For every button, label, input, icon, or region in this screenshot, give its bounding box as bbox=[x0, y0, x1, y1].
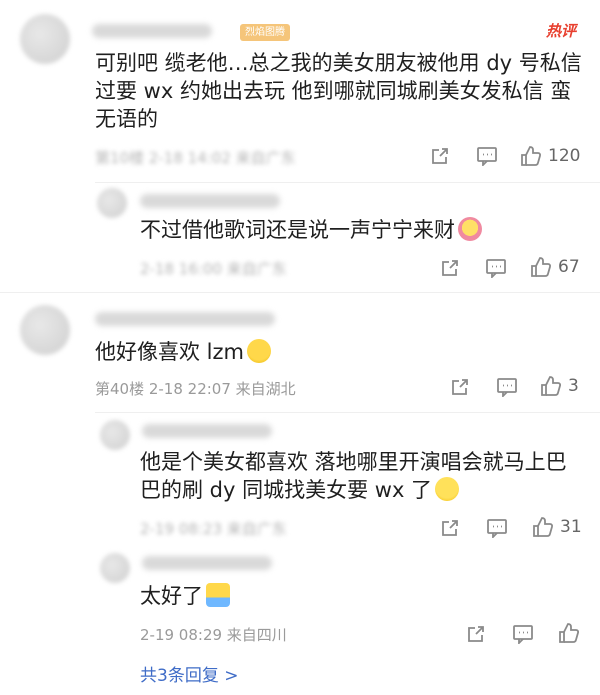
share-button[interactable] bbox=[440, 258, 460, 278]
comment-text: 不过借他歌词还是说一声宁宁来财 bbox=[140, 216, 482, 244]
divider bbox=[95, 412, 600, 413]
share-icon bbox=[466, 624, 486, 644]
comment-text-content: 他好像喜欢 lzm bbox=[95, 340, 244, 364]
username[interactable] bbox=[92, 24, 212, 38]
avatar[interactable] bbox=[97, 188, 127, 218]
reply-button[interactable] bbox=[496, 377, 518, 397]
like-icon bbox=[540, 375, 562, 397]
comment-text: 他是个美女都喜欢 落地哪里开演唱会就马上巴巴的刷 dy 同城找美女要 wx 了 bbox=[140, 448, 580, 504]
comment-icon bbox=[485, 258, 507, 278]
emoji-icon bbox=[206, 583, 230, 607]
avatar[interactable] bbox=[20, 14, 70, 64]
comment-text-content: 他是个美女都喜欢 落地哪里开演唱会就马上巴巴的刷 dy 同城找美女要 wx 了 bbox=[140, 450, 567, 502]
username[interactable] bbox=[140, 194, 280, 208]
comment-text-content: 太好了 bbox=[140, 584, 203, 608]
divider bbox=[0, 292, 600, 293]
like-icon bbox=[532, 516, 554, 538]
share-button[interactable] bbox=[450, 377, 470, 397]
emoji-icon bbox=[435, 477, 460, 501]
avatar[interactable] bbox=[100, 553, 130, 583]
comment-meta: 第10楼 2-18 14:02 来自广东 bbox=[95, 149, 296, 167]
comment-meta: 2-18 16:00 来自广东 bbox=[140, 260, 287, 278]
avatar[interactable] bbox=[100, 420, 130, 450]
share-button[interactable] bbox=[430, 146, 450, 166]
like-button[interactable] bbox=[558, 622, 580, 644]
like-icon bbox=[558, 622, 580, 644]
emoji-icon bbox=[247, 339, 271, 363]
like-count: 3 bbox=[568, 376, 579, 396]
like-count: 31 bbox=[560, 517, 582, 537]
comment-meta: 2-19 08:23 来自广东 bbox=[140, 520, 287, 538]
comment-text-content: 不过借他歌词还是说一声宁宁来财 bbox=[140, 218, 455, 242]
comment-meta: 第40楼 2-18 22:07 来自湖北 bbox=[95, 380, 296, 398]
like-button[interactable]: 3 bbox=[540, 375, 579, 397]
username[interactable] bbox=[142, 424, 272, 438]
like-count: 120 bbox=[548, 146, 581, 166]
comment-icon bbox=[512, 624, 534, 644]
like-count: 67 bbox=[558, 257, 580, 277]
reply-button[interactable] bbox=[476, 146, 498, 166]
comment-icon bbox=[486, 518, 508, 538]
share-button[interactable] bbox=[440, 518, 460, 538]
more-replies-link[interactable]: 共3条回复 > bbox=[140, 661, 238, 686]
like-button[interactable]: 31 bbox=[532, 516, 582, 538]
comment-text: 太好了 bbox=[140, 582, 230, 610]
comment-icon bbox=[496, 377, 518, 397]
like-button[interactable]: 67 bbox=[530, 256, 580, 278]
avatar[interactable] bbox=[20, 305, 70, 355]
comment-meta: 2-19 08:29 来自四川 bbox=[140, 626, 287, 644]
username[interactable] bbox=[95, 312, 275, 326]
share-icon bbox=[430, 146, 450, 166]
username[interactable] bbox=[142, 556, 272, 570]
reply-button[interactable] bbox=[512, 624, 534, 644]
share-icon bbox=[450, 377, 470, 397]
share-icon bbox=[440, 258, 460, 278]
emoji-icon bbox=[458, 217, 482, 241]
status-badge: 烈焰图腾 bbox=[240, 24, 290, 41]
reply-button[interactable] bbox=[486, 518, 508, 538]
like-icon bbox=[530, 256, 552, 278]
comment-text: 他好像喜欢 lzm bbox=[95, 338, 271, 366]
share-button[interactable] bbox=[466, 624, 486, 644]
divider bbox=[95, 182, 600, 183]
like-button[interactable]: 120 bbox=[520, 145, 580, 167]
reply-button[interactable] bbox=[485, 258, 507, 278]
comment-icon bbox=[476, 146, 498, 166]
comment-text: 可别吧 缆老他…总之我的美女朋友被他用 dy 号私信过要 wx 约她出去玩 他到… bbox=[95, 51, 582, 131]
share-icon bbox=[440, 518, 460, 538]
hot-comment-label: 热评 bbox=[546, 22, 577, 40]
like-icon bbox=[520, 145, 542, 167]
